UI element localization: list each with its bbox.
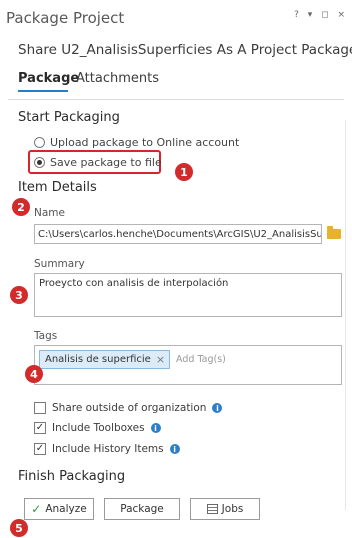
analyze-button-label: Analyze [45, 503, 87, 515]
save-to-file-radio[interactable] [34, 157, 45, 168]
tags-input[interactable]: Analisis de superficie × Add Tag(s) [34, 345, 342, 385]
summary-textarea[interactable]: Proeycto con analisis de interpolación [34, 273, 342, 317]
info-icon[interactable]: i [212, 403, 223, 413]
item-details-heading: Item Details [18, 180, 97, 195]
active-tab-indicator [18, 90, 68, 92]
save-to-file-label: Save package to file [50, 156, 162, 169]
tabs-divider [8, 99, 344, 100]
upload-online-label: Upload package to Online account [50, 136, 240, 149]
add-tag-placeholder: Add Tag(s) [176, 354, 226, 365]
info-icon[interactable]: i [150, 423, 161, 433]
window-controls[interactable]: ? ▾ ◻ × [294, 10, 348, 20]
save-to-file-option[interactable]: Save package to file [34, 156, 162, 169]
browse-folder-icon[interactable] [327, 226, 341, 239]
tag-chip[interactable]: Analisis de superficie × [39, 350, 171, 369]
package-button[interactable]: Package [104, 498, 180, 520]
finish-packaging-heading: Finish Packaging [18, 469, 126, 484]
checkmark-icon: ✓ [31, 502, 42, 516]
jobs-button[interactable]: Jobs [190, 498, 260, 520]
include-toolboxes-option[interactable]: ✓ Include Toolboxes i [34, 422, 161, 434]
include-history-checkbox[interactable]: ✓ [34, 443, 46, 455]
name-input[interactable]: C:\Users\carlos.henche\Documents\ArcGIS\… [34, 224, 322, 244]
pane-subtitle: Share U2_AnalisisSuperficies As A Projec… [18, 42, 352, 58]
tab-attachments[interactable]: Attachments [76, 71, 159, 86]
include-history-option[interactable]: ✓ Include History Items i [34, 443, 180, 455]
share-outside-org-option[interactable]: Share outside of organization i [34, 402, 223, 414]
upload-online-radio[interactable] [34, 137, 45, 148]
start-packaging-heading: Start Packaging [18, 110, 120, 125]
info-icon[interactable]: i [169, 444, 180, 454]
tags-label: Tags [34, 330, 58, 342]
annotation-badge-1: 1 [175, 163, 193, 181]
remove-tag-icon[interactable]: × [156, 353, 165, 366]
jobs-button-label: Jobs [221, 503, 244, 515]
share-outside-org-checkbox[interactable] [34, 402, 46, 414]
include-toolboxes-checkbox[interactable]: ✓ [34, 422, 46, 434]
annotation-badge-4: 4 [25, 365, 43, 383]
include-history-label: Include History Items [52, 443, 164, 455]
annotation-badge-3: 3 [10, 286, 28, 304]
annotation-badge-2: 2 [12, 198, 30, 216]
share-outside-org-label: Share outside of organization [52, 402, 207, 414]
jobs-list-icon [206, 504, 218, 514]
include-toolboxes-label: Include Toolboxes [52, 422, 145, 434]
summary-label: Summary [34, 258, 85, 270]
upload-online-option[interactable]: Upload package to Online account [34, 136, 239, 149]
tab-package[interactable]: Package [18, 71, 79, 86]
package-button-label: Package [120, 503, 164, 515]
analyze-button[interactable]: ✓ Analyze [24, 498, 94, 520]
pane-scroll-edge [345, 120, 346, 510]
tag-chip-label: Analisis de superficie [45, 354, 151, 365]
name-label: Name [34, 207, 65, 219]
annotation-badge-5: 5 [10, 519, 28, 537]
pane-title: Package Project [6, 9, 125, 27]
